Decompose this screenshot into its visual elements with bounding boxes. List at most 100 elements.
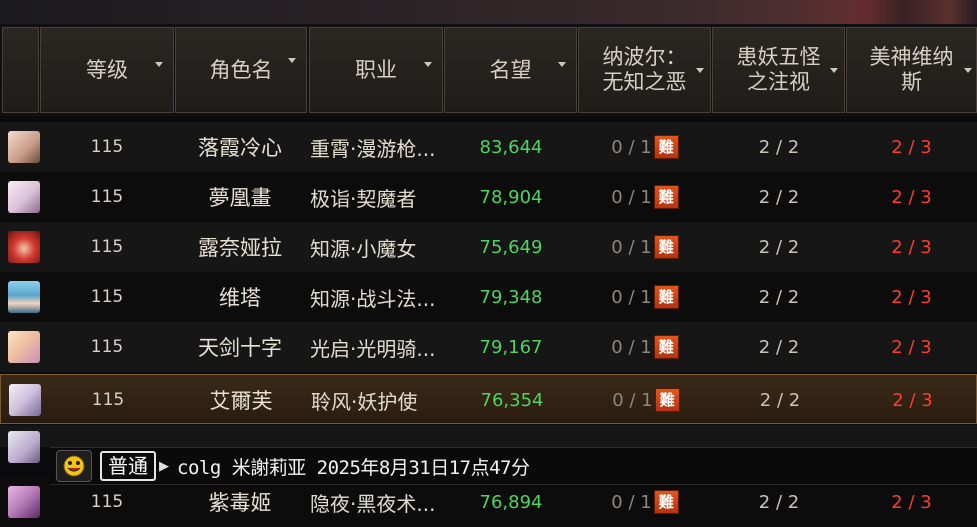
hard-mode-badge: 難	[653, 490, 679, 514]
table-row-selected[interactable]: 115 艾爾芙 聆风·妖护使 76,354 0 / 1難 2 / 2 2 / 3	[0, 374, 977, 424]
avatar	[8, 331, 40, 363]
header-dungeon-3[interactable]: 美神维纳斯	[846, 27, 977, 113]
chat-bar[interactable]: 普通 ▶ colg 米謝莉亚 2025年8月31日17点47分	[50, 447, 977, 485]
sort-caret-icon	[288, 58, 296, 63]
row-dungeon-1: 0 / 1難	[578, 172, 712, 222]
sort-caret-icon	[696, 68, 704, 73]
table-row[interactable]: 115 天剑十字 光启·光明骑... 79,167 0 / 1難 2 / 2 2…	[0, 322, 977, 372]
row-dungeon-3: 2 / 3	[892, 389, 933, 411]
header-job-label: 职业	[355, 57, 397, 82]
d1-progress: 0 / 1	[611, 491, 652, 513]
header-avatar-column	[2, 27, 39, 113]
table-header: 等级 角色名 职业 名望 纳波尔： 无知之恶 患妖五怪 之注视 美神维纳斯	[0, 24, 977, 116]
row-dungeon-2: 2 / 2	[758, 286, 800, 308]
header-d3-line2: 斯	[901, 70, 922, 94]
header-fame[interactable]: 名望	[444, 27, 577, 113]
row-fame: 78,904	[479, 186, 543, 208]
header-job[interactable]: 职业	[309, 27, 443, 113]
avatar	[8, 181, 40, 213]
row-job: 知源·小魔女	[310, 236, 417, 261]
sort-caret-icon	[558, 62, 566, 67]
sort-caret-icon	[424, 62, 432, 67]
row-job: 知源·战斗法...	[310, 286, 436, 311]
chat-channel-button[interactable]: 普通	[100, 451, 156, 481]
sort-caret-icon	[964, 68, 972, 73]
banner-decoration	[797, 0, 977, 24]
row-fame: 75,649	[479, 236, 543, 258]
hard-mode-badge: 難	[654, 388, 680, 412]
d1-progress: 0 / 1	[611, 186, 652, 208]
avatar	[8, 486, 40, 518]
header-fame-label: 名望	[489, 57, 532, 82]
d1-progress: 0 / 1	[611, 336, 652, 358]
row-job: 极诣·契魔者	[310, 186, 417, 211]
row-dungeon-1: 0 / 1難	[578, 272, 712, 322]
top-banner	[0, 0, 977, 25]
hard-mode-badge: 難	[653, 335, 679, 359]
row-job: 光启·光明骑...	[310, 336, 436, 361]
d1-progress: 0 / 1	[612, 389, 653, 411]
chat-message: colg 米謝莉亚 2025年8月31日17点47分	[177, 456, 530, 479]
hard-mode-badge: 難	[653, 285, 679, 309]
row-dungeon-2: 2 / 2	[758, 336, 800, 358]
d1-progress: 0 / 1	[611, 286, 652, 308]
row-level: 115	[91, 390, 125, 410]
row-dungeon-2: 2 / 2	[758, 136, 800, 158]
row-dungeon-2: 2 / 2	[758, 236, 800, 258]
row-name: 艾爾芙	[209, 389, 273, 413]
hard-mode-badge: 難	[653, 135, 679, 159]
row-name: 夢凰畫	[208, 186, 272, 210]
header-level-label: 等级	[86, 57, 128, 82]
row-dungeon-3: 2 / 3	[891, 336, 932, 358]
channel-arrow-icon: ▶	[159, 458, 169, 474]
row-name: 天剑十字	[198, 336, 282, 360]
row-level: 115	[90, 287, 124, 307]
header-d1-line2: 无知之恶	[602, 70, 687, 94]
row-name: 露奈娅拉	[198, 236, 282, 260]
row-fame: 79,167	[479, 336, 543, 358]
row-fame: 83,644	[479, 136, 543, 158]
header-d2-line1: 患妖五怪	[736, 45, 821, 69]
table-row[interactable]: 115 落霞冷心 重霄·漫游枪... 83,644 0 / 1難 2 / 2 2…	[0, 122, 977, 172]
header-d1-line1: 纳波尔：	[602, 45, 687, 69]
header-dungeon-1[interactable]: 纳波尔： 无知之恶	[578, 27, 711, 113]
row-fame: 76,354	[480, 389, 544, 411]
table-row[interactable]: 115 维塔 知源·战斗法... 79,348 0 / 1難 2 / 2 2 /…	[0, 272, 977, 322]
row-fame: 79,348	[479, 286, 543, 308]
header-dungeon-2[interactable]: 患妖五怪 之注视	[712, 27, 845, 113]
row-dungeon-1: 0 / 1難	[579, 375, 713, 425]
row-dungeon-2: 2 / 2	[758, 186, 800, 208]
row-dungeon-2: 2 / 2	[759, 389, 801, 411]
row-name: 维塔	[219, 286, 261, 310]
sort-caret-icon	[155, 62, 163, 67]
row-job: 重霄·漫游枪...	[310, 136, 436, 161]
header-d3-line1: 美神维纳	[869, 45, 954, 69]
row-level: 115	[90, 237, 124, 257]
row-dungeon-1: 0 / 1難	[578, 322, 712, 372]
row-dungeon-3: 2 / 3	[891, 286, 932, 308]
row-level: 115	[90, 187, 124, 207]
header-d2-line2: 之注视	[747, 70, 810, 94]
row-level: 115	[90, 337, 124, 357]
d1-progress: 0 / 1	[611, 136, 652, 158]
header-name-label: 角色名	[209, 57, 273, 82]
row-name: 落霞冷心	[198, 136, 282, 160]
hard-mode-badge: 難	[653, 185, 679, 209]
row-dungeon-1: 0 / 1難	[578, 222, 712, 272]
hard-mode-badge: 難	[653, 235, 679, 259]
row-dungeon-1: 0 / 1難	[578, 122, 712, 172]
avatar	[8, 231, 40, 263]
header-level[interactable]: 等级	[40, 27, 174, 113]
smiley-face-icon[interactable]	[56, 450, 92, 482]
row-job: 聆风·妖护使	[311, 389, 418, 414]
row-dungeon-3: 2 / 3	[891, 136, 932, 158]
header-name[interactable]: 角色名	[175, 27, 307, 113]
sort-caret-icon	[830, 68, 838, 73]
avatar	[8, 281, 40, 313]
row-level: 115	[90, 137, 124, 157]
table-row[interactable]: 115 夢凰畫 极诣·契魔者 78,904 0 / 1難 2 / 2 2 / 3	[0, 172, 977, 222]
avatar	[8, 431, 40, 463]
table-row-partial[interactable]	[0, 425, 977, 463]
row-dungeon-3: 2 / 3	[891, 186, 932, 208]
table-row[interactable]: 115 露奈娅拉 知源·小魔女 75,649 0 / 1難 2 / 2 2 / …	[0, 222, 977, 272]
